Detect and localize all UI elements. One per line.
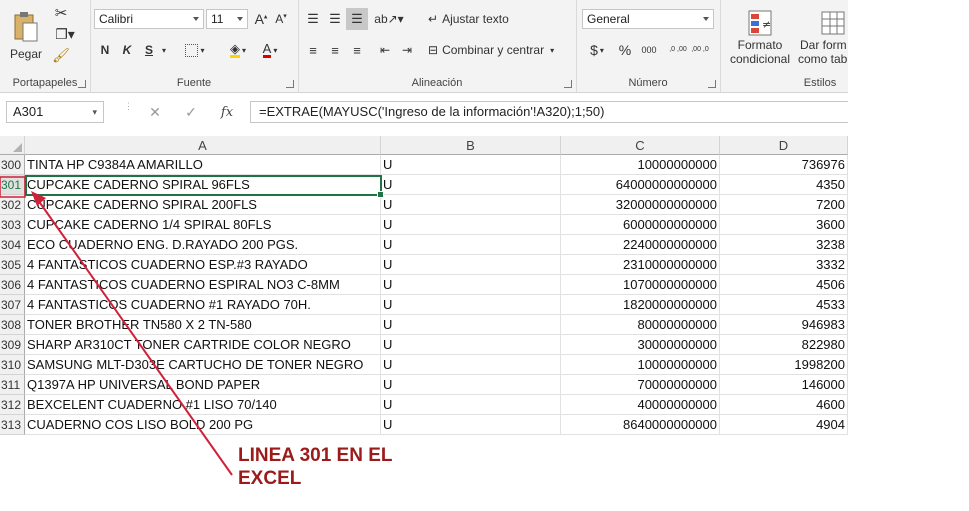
annotation-arrow	[0, 176, 233, 476]
arrowhead-icon	[31, 191, 46, 206]
arrow-line	[37, 199, 233, 476]
row-301-highlight-box	[0, 176, 26, 198]
annotation-line-2: EXCEL	[238, 468, 302, 489]
annotation-line-1: LINEA 301 EN EL	[238, 445, 393, 466]
annotation-text: LINEA 301 EN EL EXCEL	[238, 444, 438, 490]
